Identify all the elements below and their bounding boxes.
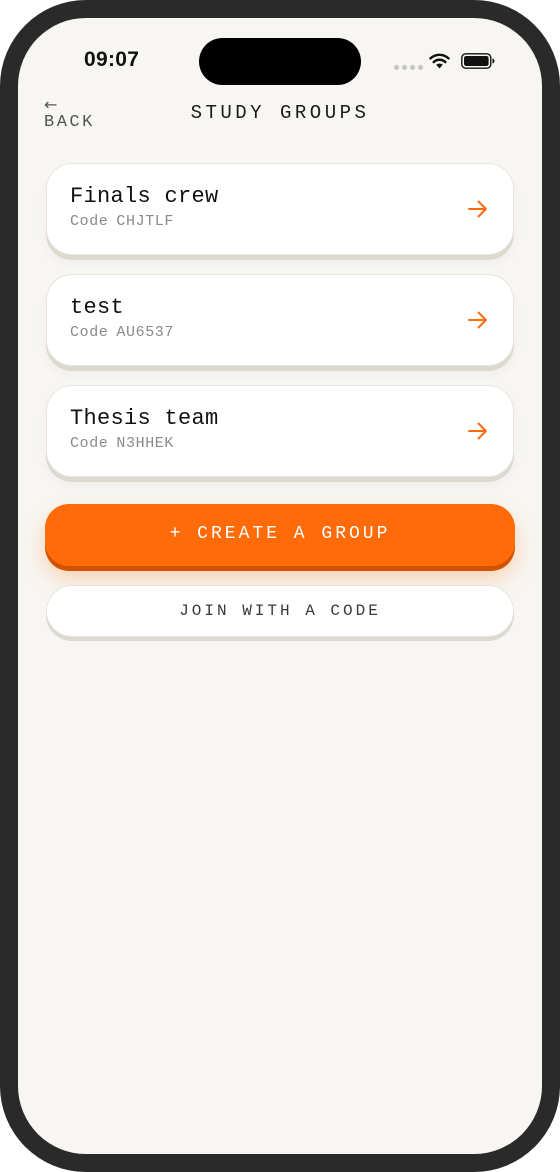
cellular-dots-icon (394, 65, 423, 70)
arrow-right-icon (468, 200, 487, 218)
group-name: Thesis team (70, 406, 219, 431)
page-title: STUDY GROUPS (190, 102, 370, 124)
group-code-value: N3HHEK (116, 435, 175, 452)
group-card-test[interactable]: test Code AU6537 (46, 274, 514, 366)
status-time: 09:07 (84, 48, 140, 71)
create-group-button[interactable]: + CREATE A GROUP (45, 504, 515, 566)
group-code: Code CHJTLF (70, 213, 174, 230)
group-code: Code AU6537 (70, 324, 174, 341)
arrow-right-icon (468, 311, 487, 329)
join-with-code-button[interactable]: JOIN WITH A CODE (46, 585, 514, 637)
group-code-label: Code (70, 213, 109, 230)
group-code: Code N3HHEK (70, 435, 174, 452)
group-name: test (70, 295, 125, 320)
group-code-value: AU6537 (116, 324, 175, 341)
group-name: Finals crew (70, 184, 219, 209)
group-card-finals-crew[interactable]: Finals crew Code CHJTLF (46, 163, 514, 255)
group-code-label: Code (70, 435, 109, 452)
group-code-label: Code (70, 324, 109, 341)
app-screen: 09:07 ← BACK STUDY GROUPS Finals crew Co… (18, 18, 542, 1154)
dynamic-island (199, 38, 361, 85)
group-code-value: CHJTLF (116, 213, 175, 230)
phone-frame: 09:07 ← BACK STUDY GROUPS Finals crew Co… (0, 0, 560, 1172)
group-list: Finals crew Code CHJTLF test Code AU6537 T (46, 163, 514, 496)
arrow-right-icon (468, 422, 487, 440)
group-card-thesis-team[interactable]: Thesis team Code N3HHEK (46, 385, 514, 477)
battery-icon (461, 53, 495, 69)
wifi-icon (429, 53, 450, 69)
